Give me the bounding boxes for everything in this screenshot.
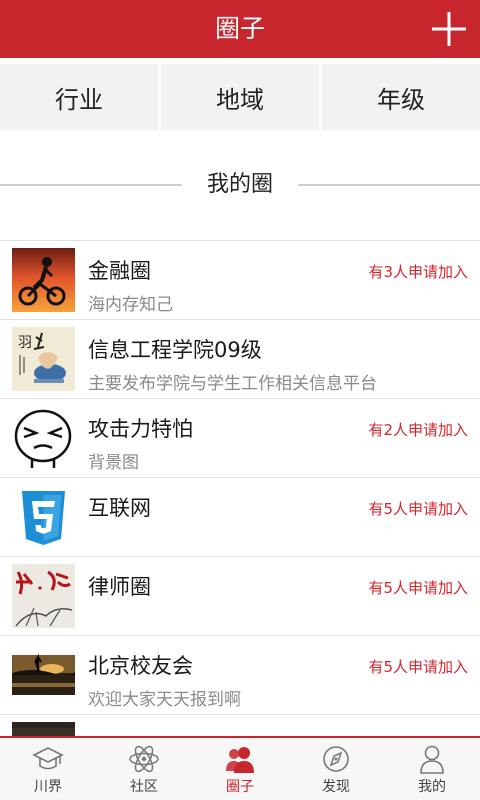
circle-row-internet[interactable]: 互联网 有5人申请加入 [0, 478, 480, 557]
bottom-tab-bar: 川界 社区 圈子 发现 我的 [0, 736, 480, 800]
circle-desc: 主要发布学院与学生工作相关信息平台 [88, 374, 377, 394]
tab-circles[interactable]: 圈子 [192, 738, 288, 800]
calligraphy-painting-image: 羽 [12, 327, 75, 391]
tab-label: 发现 [322, 779, 350, 795]
cyclist-sunset-image [12, 248, 75, 312]
circle-row-finance[interactable]: 金融圈 海内存知己 有3人申请加入 [0, 241, 480, 320]
filter-industry[interactable]: 行业 [0, 64, 158, 130]
page-title: 圈子 [214, 14, 265, 43]
people-icon [226, 747, 254, 773]
tab-label: 社区 [130, 779, 158, 795]
tab-label: 圈子 [226, 779, 254, 795]
circle-desc: 背景图 [88, 453, 139, 473]
divider-right [298, 184, 480, 186]
compass-icon [323, 746, 349, 772]
join-request-badge: 有2人申请加入 [368, 421, 468, 439]
circle-name: 攻击力特怕 [88, 417, 193, 441]
atom-icon [129, 745, 159, 773]
join-request-badge: 有5人申请加入 [368, 500, 468, 518]
plus-icon[interactable] [428, 8, 470, 50]
join-request-badge: 有5人申请加入 [368, 658, 468, 676]
tab-chuanjie[interactable]: 川界 [0, 738, 96, 800]
circle-desc: 欢迎大家天天报到啊 [88, 690, 241, 710]
circle-row-alumni[interactable]: 北京校友会 欢迎大家天天报到啊 有5人申请加入 [0, 636, 480, 715]
circle-row-info-eng[interactable]: 羽 信息工程学院09级 主要发布学院与学生工作相关信息平台 [0, 320, 480, 399]
top-bar: 圈子 [0, 0, 480, 58]
dark-photo-image [12, 722, 75, 736]
filter-tabs: 行业 地域 年级 [0, 64, 480, 130]
circle-name: 律师圈 [88, 575, 151, 599]
circle-name: 互联网 [88, 496, 151, 520]
circle-row-partial[interactable] [0, 715, 480, 736]
tab-label: 我的 [418, 779, 446, 795]
html5-logo-image [12, 485, 75, 549]
filter-grade[interactable]: 年级 [322, 64, 480, 130]
circle-desc: 海内存知己 [88, 295, 173, 315]
person-icon [420, 745, 444, 774]
join-request-badge: 有3人申请加入 [368, 263, 468, 281]
circle-row-attack[interactable]: 攻击力特怕 背景图 有2人申请加入 [0, 399, 480, 478]
tab-mine[interactable]: 我的 [384, 738, 480, 800]
law-calligraphy-image [12, 564, 75, 628]
filter-region[interactable]: 地域 [161, 64, 319, 130]
graduation-cap-icon [32, 747, 64, 770]
tab-label: 川界 [34, 779, 62, 795]
svg-text:羽: 羽 [18, 335, 32, 351]
tab-discover[interactable]: 发现 [288, 738, 384, 800]
circle-list: 金融圈 海内存知己 有3人申请加入 羽 信息工程学院09级 主要发布学院与学生工… [0, 240, 480, 736]
circle-row-lawyer[interactable]: 律师圈 有5人申请加入 [0, 557, 480, 636]
lake-sunset-image [12, 643, 75, 707]
my-circles-header: 我的圈 [0, 164, 480, 206]
circle-name: 北京校友会 [88, 654, 193, 678]
join-request-badge: 有5人申请加入 [368, 579, 468, 597]
meme-face-image [12, 406, 75, 470]
circle-name: 金融圈 [88, 259, 151, 283]
tab-community[interactable]: 社区 [96, 738, 192, 800]
circle-name: 信息工程学院09级 [88, 338, 262, 362]
